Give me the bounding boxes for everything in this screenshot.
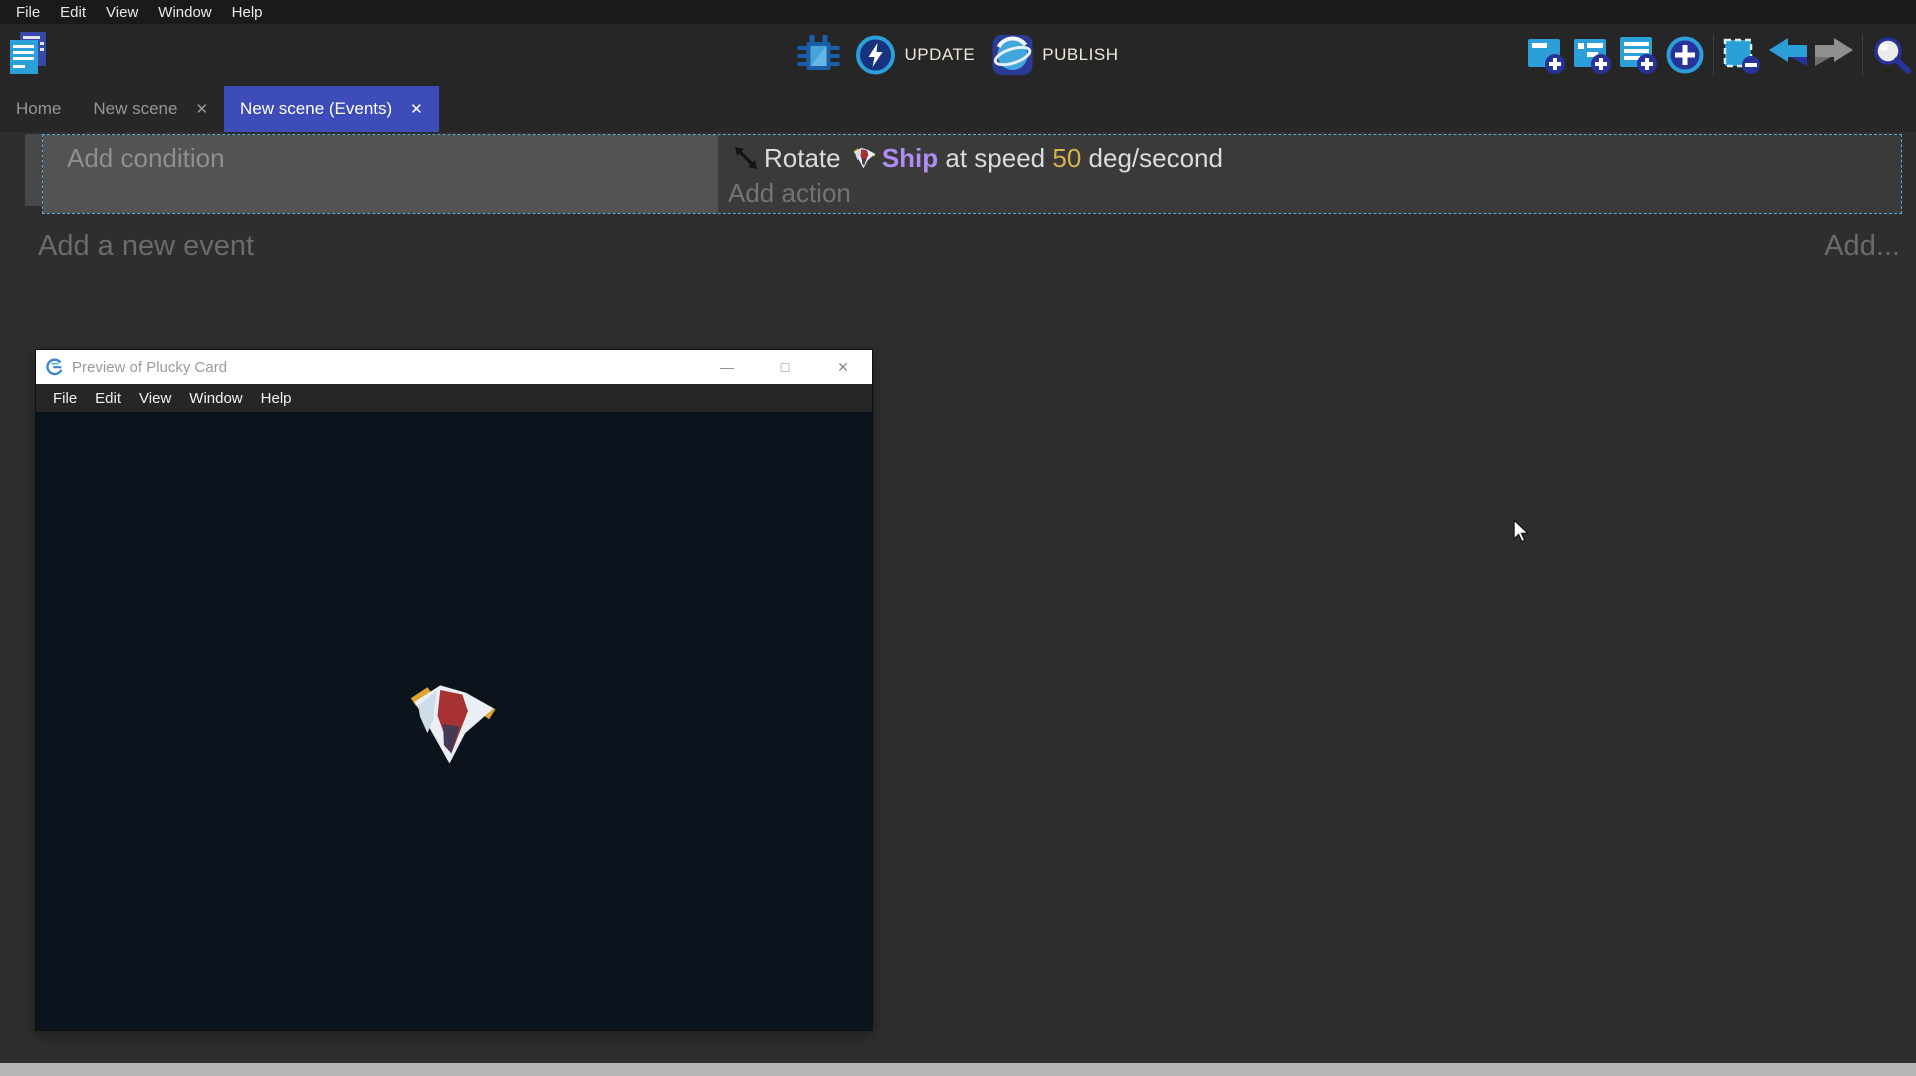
action-rotate-ship[interactable]: Rotate Ship at speed 50 deg/second [728,139,1901,177]
menu-item-help[interactable]: Help [222,4,273,21]
tab-new-scene-events[interactable]: New scene (Events) ✕ [224,86,439,132]
menu-item-view[interactable]: View [96,4,148,21]
publish-label: PUBLISH [1042,45,1118,65]
mouse-cursor [1508,518,1534,546]
action-text: deg/second [1081,143,1223,174]
add-event-icon [1528,35,1566,75]
preview-menu-edit[interactable]: Edit [86,390,130,407]
publish-button[interactable]: PUBLISH [991,34,1118,76]
selected-event[interactable]: Add condition Rotate Ship at speed 50 [42,134,1902,214]
window-controls: — □ ✕ [698,350,872,384]
main-toolbar: UPDATE PUBLISH [0,24,1916,86]
ship-sprite [409,678,501,770]
search-events-button[interactable] [1868,33,1914,77]
add-event-button[interactable] [1524,33,1570,77]
toolbar-separator [1713,34,1714,76]
close-icon[interactable]: ✕ [410,100,423,118]
add-comment-button[interactable] [1616,33,1662,77]
close-icon[interactable]: ✕ [195,100,208,118]
actions-column: Rotate Ship at speed 50 deg/second Add a… [718,135,1901,213]
menu-item-edit[interactable]: Edit [50,4,96,21]
event-row[interactable]: Add condition Rotate Ship at speed 50 [25,134,1902,214]
redo-button[interactable] [1811,33,1857,77]
close-button[interactable]: ✕ [814,350,872,384]
planet-sphere-icon [991,34,1033,76]
preview-titlebar[interactable]: Preview of Plucky Card — □ ✕ [36,350,872,384]
minimize-button[interactable]: — [698,350,756,384]
toolbar-separator [1862,34,1863,76]
tab-new-scene[interactable]: New scene ✕ [77,86,224,132]
delete-selection-icon [1722,35,1762,75]
add-subevent-button[interactable] [1570,33,1616,77]
add-new-button[interactable] [1662,33,1708,77]
tab-label: Home [16,99,61,119]
tab-label: New scene (Events) [240,99,392,119]
preview-window[interactable]: Preview of Plucky Card — □ ✕ File Edit V… [36,350,872,1030]
add-new-event-area[interactable]: Add a new event [38,230,254,263]
preview-menu-view[interactable]: View [130,390,180,407]
add-action-area[interactable]: Add action [728,178,1901,209]
add-circle-icon [1665,35,1705,75]
add-subevent-icon [1574,35,1612,75]
tab-bar: Home New scene ✕ New scene (Events) ✕ [0,86,1916,132]
menu-item-window[interactable]: Window [148,4,221,21]
add-condition-placeholder: Add condition [67,143,225,173]
debug-button[interactable] [798,35,840,75]
add-condition-area[interactable]: Add condition [43,135,718,213]
redo-icon [1813,37,1855,73]
action-text: at speed [938,143,1052,174]
update-button[interactable]: UPDATE [856,35,976,75]
preview-title: Preview of Plucky Card [72,359,227,376]
add-comment-icon [1620,35,1658,75]
menu-item-file[interactable]: File [6,4,50,21]
debug-icon [798,35,840,75]
events-sheet: Add condition Rotate Ship at speed 50 [0,132,1916,263]
preview-menu-help[interactable]: Help [252,390,301,407]
undo-icon [1767,37,1809,73]
gdevelop-logo-icon [46,358,64,376]
rotate-arrows-icon [733,145,759,171]
project-manager-icon [8,32,48,76]
action-text: Rotate [764,143,848,174]
update-label: UPDATE [905,45,976,65]
action-speed-value: 50 [1052,143,1081,174]
tab-home[interactable]: Home [0,86,77,132]
lightning-circle-icon [856,35,896,75]
menu-bar: File Edit View Window Help [0,0,1916,24]
add-more-button[interactable]: Add... [1824,230,1900,263]
undo-button[interactable] [1765,33,1811,77]
action-object-name: Ship [882,143,938,174]
search-icon [1871,35,1911,75]
tab-label: New scene [93,99,177,119]
preview-menu-bar: File Edit View Window Help [36,384,872,412]
ship-thumbnail-icon [853,146,877,170]
project-manager-button[interactable] [8,32,48,81]
preview-menu-window[interactable]: Window [180,390,251,407]
maximize-button[interactable]: □ [756,350,814,384]
delete-selection-button[interactable] [1719,33,1765,77]
preview-game-view[interactable] [36,412,872,1030]
add-event-row: Add a new event Add... [25,214,1902,263]
bottom-bar [0,1063,1916,1076]
event-drag-handle[interactable] [25,134,42,206]
preview-menu-file[interactable]: File [44,390,86,407]
